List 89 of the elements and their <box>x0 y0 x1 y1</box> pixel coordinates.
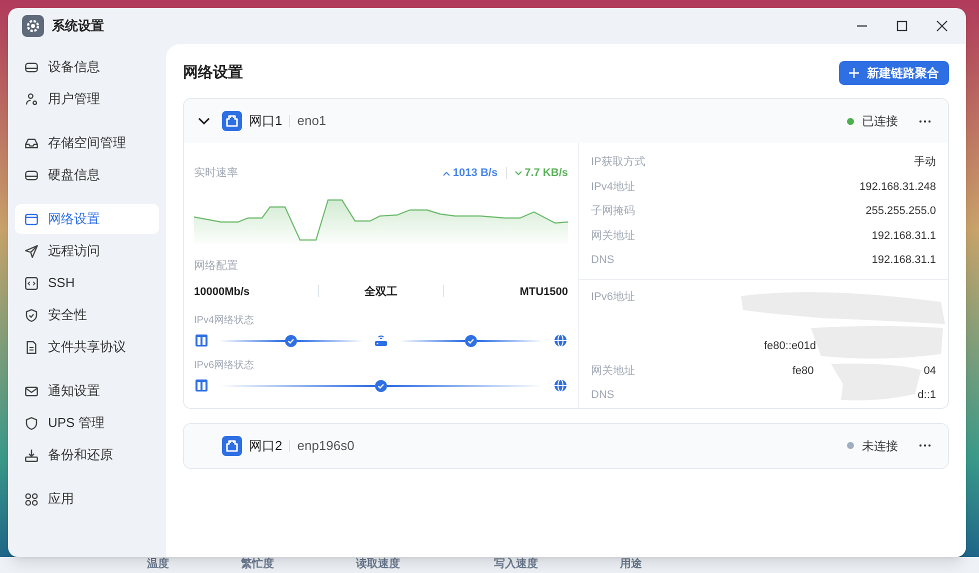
caret-up-icon <box>442 170 450 176</box>
settings-app-icon <box>22 15 44 37</box>
download-icon <box>24 448 39 462</box>
connection-line <box>399 340 465 342</box>
column-header: 用途 <box>620 557 642 571</box>
info-value: d::1 <box>918 388 936 404</box>
download-speed: 7.7 KB/s <box>514 165 568 182</box>
sidebar-item[interactable]: 应用 <box>15 484 159 514</box>
status-text: 已连接 <box>862 113 898 130</box>
sidebar-item[interactable]: 安全性 <box>15 300 159 330</box>
info-value: 192.168.31.1 <box>872 228 936 244</box>
info-label: IPv4地址 <box>591 180 636 195</box>
status-text: 未连接 <box>862 438 898 455</box>
section-label: 网络配置 <box>194 258 239 274</box>
sidebar-item[interactable]: UPS 管理 <box>15 408 159 438</box>
router-icon <box>374 334 388 347</box>
check-circle-icon <box>375 380 387 392</box>
sidebar-item[interactable]: 备份和还原 <box>15 440 159 470</box>
section-label: IPv6网络状态 <box>194 358 256 373</box>
connection-line <box>297 340 363 342</box>
shield-icon <box>24 416 39 430</box>
check-circle-icon <box>285 334 297 346</box>
info-value: 192.168.31.248 <box>860 180 936 195</box>
grid-icon <box>24 492 39 506</box>
ethernet-port-icon <box>222 111 242 131</box>
device-name: enp196s0 <box>297 437 354 456</box>
info-label: DNS <box>591 388 614 404</box>
network-card-icon <box>195 334 208 347</box>
sidebar-item[interactable]: 网络设置 <box>15 204 159 234</box>
envelope-icon <box>24 384 39 398</box>
port-name: 网口2 <box>249 437 282 456</box>
column-header: 读取速度 <box>356 557 400 571</box>
info-value: 手动 <box>914 155 936 170</box>
config-value: 全双工 <box>364 286 398 298</box>
paper-plane-icon <box>24 244 39 258</box>
column-header: 温度 <box>147 557 169 571</box>
upload-speed: 1013 B/s <box>442 165 498 182</box>
info-label: 网关地址 <box>591 228 635 244</box>
user-icon <box>24 92 39 106</box>
device-name: eno1 <box>297 112 326 130</box>
shield-check-icon <box>24 308 39 322</box>
plus-icon <box>849 68 859 78</box>
globe-icon <box>554 334 567 347</box>
new-link-aggregation-button[interactable]: 新建链路聚合 <box>839 61 949 85</box>
sidebar-item[interactable]: 设备信息 <box>15 52 159 82</box>
section-label: IPv4网络状态 <box>194 314 256 328</box>
column-header: 写入速度 <box>494 557 538 571</box>
close-icon <box>936 20 948 32</box>
chart-label: 实时速率 <box>194 166 238 181</box>
inbox-icon <box>24 136 39 150</box>
sidebar-item[interactable]: 存储空间管理 <box>15 128 159 158</box>
info-label: 子网掩码 <box>591 204 635 220</box>
caret-down-icon <box>514 170 522 176</box>
info-label: IP获取方式 <box>591 154 646 170</box>
more-icon <box>919 444 931 448</box>
page-title: 网络设置 <box>183 62 243 83</box>
code-icon <box>24 276 39 290</box>
column-header: 繁忙度 <box>241 557 274 571</box>
info-label: IPv6地址 <box>591 290 636 306</box>
document-icon <box>24 340 39 354</box>
info-label: 网关地址 <box>591 364 635 379</box>
info-value: fe80::e01d <box>764 339 816 354</box>
info-value: 192.168.31.1 <box>872 253 936 268</box>
info-value: fe80 <box>792 364 814 379</box>
sidebar-item[interactable]: SSH <box>15 268 159 298</box>
drive-icon <box>24 60 39 74</box>
config-value: MTU1500 <box>520 286 568 298</box>
connection-line <box>477 340 543 342</box>
sidebar-item[interactable]: 远程访问 <box>15 236 159 266</box>
info-label: DNS <box>591 253 614 268</box>
chevron-down-icon[interactable] <box>198 117 210 125</box>
sidebar-item[interactable]: 通知设置 <box>15 376 159 406</box>
port-name: 网口1 <box>249 112 282 130</box>
network-card-icon <box>195 379 208 392</box>
info-value: 255.255.255.0 <box>866 204 936 220</box>
sidebar-item[interactable]: 文件共享协议 <box>15 332 159 362</box>
globe-icon <box>554 379 567 392</box>
more-icon <box>919 120 931 122</box>
maximize-icon <box>896 20 908 32</box>
sidebar-item[interactable]: 硬盘信息 <box>15 160 159 190</box>
info-value: 04 <box>924 364 936 379</box>
check-circle-icon <box>465 334 477 346</box>
window-icon <box>24 212 39 226</box>
sidebar-item[interactable]: 用户管理 <box>15 84 159 114</box>
drive-icon <box>24 168 39 182</box>
window-title: 系统设置 <box>52 17 104 36</box>
ethernet-port-icon <box>222 436 242 456</box>
config-value: 10000Mb/s <box>194 286 250 298</box>
connection-line <box>219 340 285 342</box>
